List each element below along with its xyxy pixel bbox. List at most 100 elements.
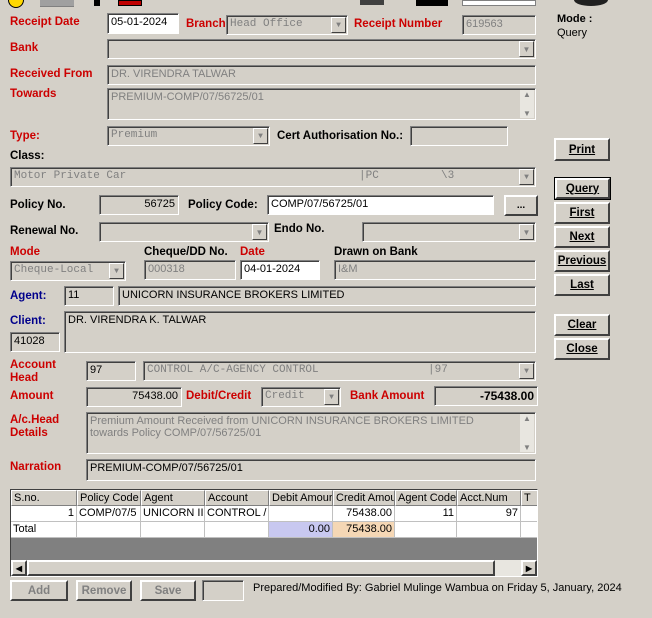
chevron-down-icon[interactable]: ▼ — [519, 224, 534, 240]
branch-value: Head Office — [230, 18, 303, 30]
account-head-select[interactable]: CONTROL A/C-AGENCY CONTROL |97 ▼ — [143, 361, 536, 381]
grid-cell[interactable]: COMP/07/5 — [77, 506, 141, 522]
grid-total-cell[interactable] — [457, 522, 521, 538]
grid-total-cell[interactable] — [521, 522, 537, 538]
toolbar-tool-icon[interactable] — [94, 0, 100, 6]
received-from-label: Received From — [10, 68, 93, 80]
date-field[interactable]: 04-01-2024 — [240, 260, 320, 280]
close-button[interactable]: Close — [554, 338, 610, 360]
mode-pay-select[interactable]: Cheque-Local ▼ — [10, 261, 126, 281]
toolbar-flag-icon[interactable] — [118, 0, 142, 6]
grid-header-cell[interactable]: Agent — [141, 490, 205, 506]
grid-cell[interactable]: 1 — [11, 506, 77, 522]
client-label: Client: — [10, 315, 46, 327]
policy-lookup-button[interactable]: ... — [504, 195, 538, 216]
scrollbar[interactable]: ▲ ▼ — [520, 414, 534, 452]
branch-label: Branch — [186, 18, 226, 30]
chevron-down-icon[interactable]: ▼ — [253, 128, 268, 144]
branch-select[interactable]: Head Office ▼ — [226, 15, 348, 35]
cheque-dd-field[interactable]: 000318 — [144, 260, 236, 280]
cert-auth-field[interactable] — [410, 126, 508, 146]
account-head-code-field[interactable]: 97 — [86, 361, 136, 381]
first-button[interactable]: First — [554, 202, 610, 224]
scrollbar[interactable]: ▲ ▼ — [520, 90, 534, 118]
chevron-down-icon[interactable]: ▼ — [519, 363, 534, 379]
class-select[interactable]: Motor Private Car |PC \3 ▼ — [10, 167, 536, 187]
grid-header-cell[interactable]: T — [521, 490, 537, 506]
agent-code-field[interactable]: 11 — [64, 286, 114, 306]
mode-label: Mode : — [557, 13, 593, 25]
toolbar-smiley-icon[interactable] — [8, 0, 24, 8]
towards-field[interactable]: PREMIUM-COMP/07/56725/01 ▲ ▼ — [107, 88, 536, 120]
grid-cell[interactable]: 97 — [457, 506, 521, 522]
received-from-field[interactable]: DR. VIRENDRA TALWAR — [107, 65, 536, 85]
grid-total-cell[interactable] — [141, 522, 205, 538]
debit-credit-label: Debit/Credit — [186, 390, 252, 402]
toolbar-round-icon[interactable] — [574, 0, 608, 6]
client-name-field[interactable]: DR. VIRENDRA K. TALWAR — [64, 311, 536, 353]
bank-amount-field[interactable]: -75438.00 — [434, 386, 538, 406]
policy-no-field[interactable]: 56725 — [99, 195, 179, 215]
grid-cell[interactable] — [521, 506, 537, 522]
toolbar-arrow-icon[interactable] — [40, 0, 74, 7]
grid-cell[interactable]: UNICORN II — [141, 506, 205, 522]
chevron-down-icon[interactable]: ▼ — [331, 17, 346, 33]
scroll-left-icon[interactable]: ◀ — [11, 560, 27, 576]
grid-header-cell[interactable]: Debit Amour — [269, 490, 333, 506]
clear-button[interactable]: Clear — [554, 314, 610, 336]
receipt-number-field[interactable]: 619563 — [462, 15, 536, 35]
grid-header-cell[interactable]: Policy Code — [77, 490, 141, 506]
save-button[interactable]: Save — [140, 580, 196, 601]
chevron-down-icon[interactable]: ▼ — [324, 389, 339, 405]
chevron-down-icon[interactable]: ▼ — [109, 263, 124, 279]
scroll-right-icon[interactable]: ▶ — [521, 560, 537, 576]
grid-total-cell[interactable] — [395, 522, 457, 538]
grid-total-cell[interactable]: 0.00 — [269, 522, 333, 538]
agent-name-field[interactable]: UNICORN INSURANCE BROKERS LIMITED — [118, 286, 536, 306]
narration-field[interactable]: PREMIUM-COMP/07/56725/01 — [86, 459, 536, 481]
type-select[interactable]: Premium ▼ — [107, 126, 270, 146]
next-button[interactable]: Next — [554, 226, 610, 248]
grid-cell[interactable]: 11 — [395, 506, 457, 522]
entries-grid[interactable]: S.no. Policy Code Agent Account Debit Amour C… — [10, 489, 538, 577]
ac-head-details-field[interactable]: Premium Amount Received from UNICORN INS… — [86, 412, 536, 454]
grid-header-cell[interactable]: Credit Amou — [333, 490, 395, 506]
receipt-date-field[interactable]: 05-01-2024 — [107, 13, 179, 34]
grid-horizontal-scrollbar[interactable]: ◀ ▶ — [11, 560, 537, 576]
grid-total-cell[interactable] — [205, 522, 269, 538]
remove-button[interactable]: Remove — [76, 580, 132, 601]
previous-button[interactable]: Previous — [554, 250, 610, 272]
policy-code-field[interactable]: COMP/07/56725/01 — [267, 195, 494, 215]
grid-total-cell[interactable]: Total — [11, 522, 77, 538]
save-button-label: Save — [154, 584, 182, 597]
grid-cell[interactable]: 75438.00 — [333, 506, 395, 522]
grid-cell[interactable]: CONTROL / — [205, 506, 269, 522]
grid-total-cell[interactable]: 75438.00 — [333, 522, 395, 538]
print-button[interactable]: Print — [554, 138, 610, 161]
grid-header-cell[interactable]: S.no. — [11, 490, 77, 506]
bank-select[interactable]: ▼ — [107, 39, 536, 59]
grid-header-cell[interactable]: Agent Code — [395, 490, 457, 506]
grid-cell[interactable] — [269, 506, 333, 522]
drawn-on-field[interactable]: I&M — [334, 260, 536, 280]
add-button[interactable]: Add — [10, 580, 68, 601]
chevron-down-icon[interactable]: ▼ — [519, 169, 534, 185]
grid-header-cell[interactable]: Account — [205, 490, 269, 506]
client-code-field[interactable]: 41028 — [10, 332, 60, 352]
amount-field[interactable]: 75438.00 — [86, 387, 182, 407]
bank-label: Bank — [10, 42, 39, 54]
towards-label: Towards — [10, 88, 57, 100]
query-button[interactable]: Query — [554, 177, 611, 200]
policy-no-label: Policy No. — [10, 199, 66, 211]
toolbar-car-icon[interactable] — [360, 0, 384, 5]
debit-credit-select[interactable]: Credit ▼ — [261, 387, 341, 407]
last-button[interactable]: Last — [554, 274, 610, 296]
grid-header-cell[interactable]: Acct.Num — [457, 490, 521, 506]
scroll-thumb[interactable] — [27, 560, 495, 576]
bank-amount-label: Bank Amount — [350, 390, 425, 402]
grid-total-cell[interactable] — [77, 522, 141, 538]
endo-no-select[interactable]: ▼ — [362, 222, 536, 242]
chevron-down-icon[interactable]: ▼ — [252, 224, 267, 240]
renewal-no-select[interactable]: ▼ — [99, 222, 269, 242]
chevron-down-icon[interactable]: ▼ — [519, 41, 534, 57]
